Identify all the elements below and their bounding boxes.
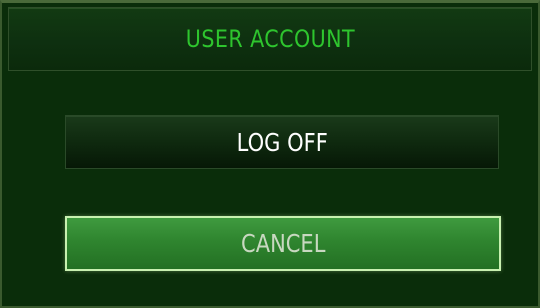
cancel-button-label: CANCEL (240, 229, 326, 258)
log-off-button-label: LOG OFF (236, 127, 328, 157)
dialog-title: USER ACCOUNT (185, 25, 355, 53)
cancel-button[interactable]: CANCEL (65, 216, 501, 271)
log-off-button[interactable]: LOG OFF (65, 115, 499, 169)
dialog-title-bar: USER ACCOUNT (8, 7, 532, 71)
user-account-dialog: USER ACCOUNT LOG OFF CANCEL (0, 0, 540, 308)
